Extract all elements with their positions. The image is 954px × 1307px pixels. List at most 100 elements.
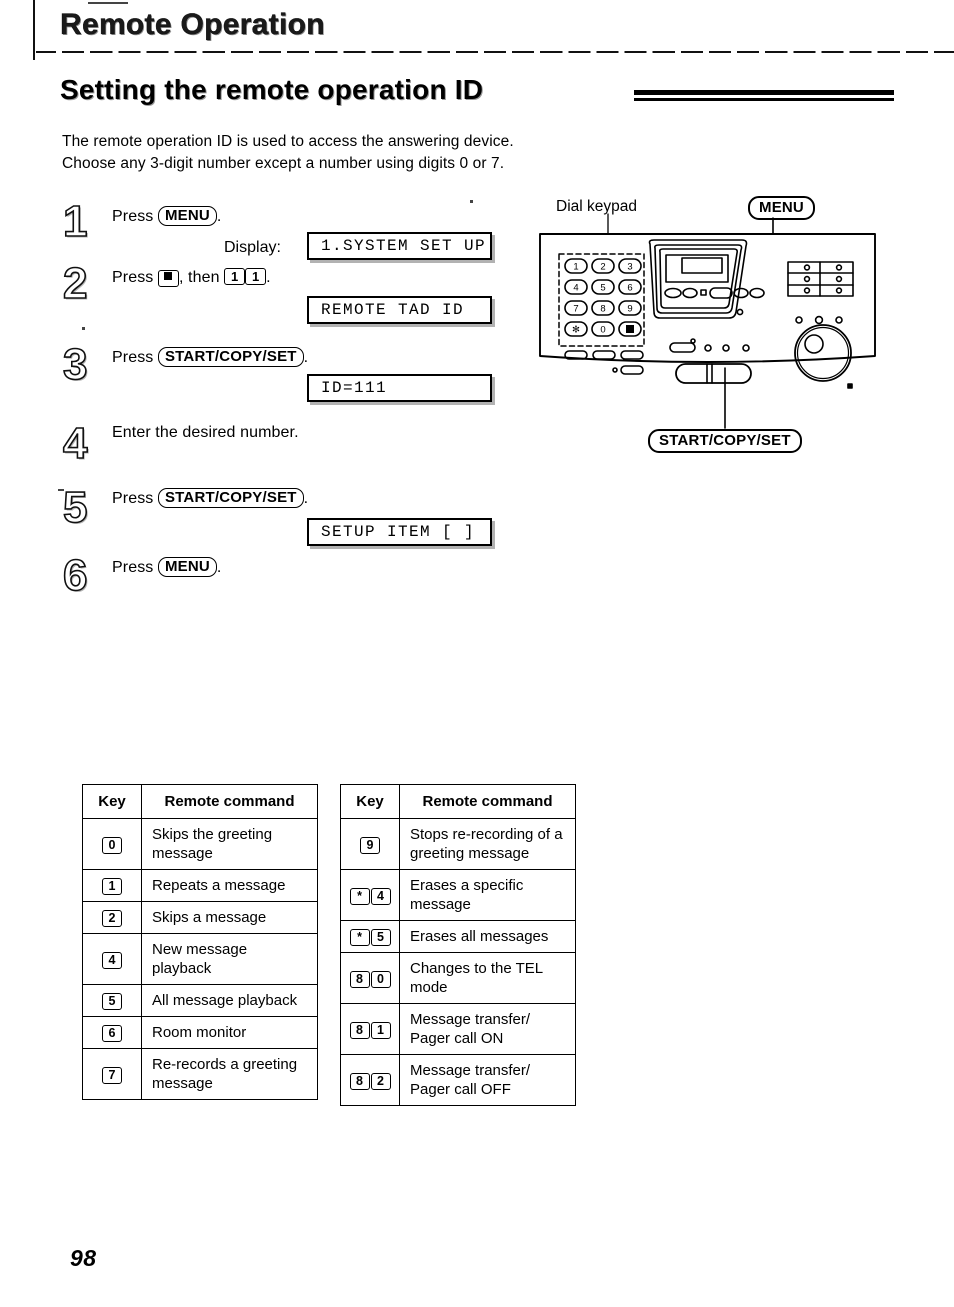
- key-glyph: 1: [102, 878, 122, 895]
- svg-text:5: 5: [600, 283, 605, 294]
- key-cell: 81: [340, 1003, 400, 1055]
- step-number-1: 1: [62, 197, 88, 246]
- key-glyph: 8: [349, 1072, 370, 1090]
- menu-button-ref-2[interactable]: MENU: [157, 557, 217, 577]
- section-title-rule: [634, 90, 894, 103]
- key-glyph: 2: [370, 1072, 391, 1090]
- page-number: 98: [70, 1245, 97, 1271]
- svg-text:3: 3: [627, 262, 632, 273]
- table-row: 2 Skips a message: [82, 901, 318, 934]
- command-cell: Stops re-recording of a greeting message: [399, 818, 576, 870]
- lcd-display-1: 1.SYSTEM SET UP: [307, 232, 492, 260]
- command-cell: Message transfer/ Pager call OFF: [399, 1054, 576, 1106]
- step-6-suffix: .: [216, 559, 222, 576]
- step-number-6: 6: [62, 551, 88, 600]
- svg-text:1: 1: [573, 262, 578, 273]
- svg-text:4: 4: [573, 283, 578, 294]
- step-3-text: Press START/COPY/SET.: [112, 347, 308, 367]
- key-glyph: 1: [370, 1021, 391, 1039]
- svg-text:7: 7: [573, 304, 578, 315]
- scan-artifact-tick: [88, 2, 128, 4]
- key-cell: 7: [82, 1048, 142, 1100]
- lcd-display-2: REMOTE TAD ID: [307, 296, 492, 324]
- key-cell: 2: [82, 901, 142, 934]
- svg-text:9: 9: [627, 304, 632, 315]
- step-6-prefix: Press: [112, 559, 154, 576]
- header-divider: [36, 51, 954, 55]
- display-label: Display:: [224, 239, 281, 256]
- table-row: 81 Message transfer/ Pager call ON: [340, 1003, 576, 1055]
- fax-machine-illustration: 1 2 3 4 5 6 7 8 9 ✻ 0: [539, 213, 876, 429]
- lcd-display-4: SETUP ITEM [ ]: [307, 518, 492, 546]
- step-5-prefix: Press: [112, 490, 154, 507]
- table-row: 6 Room monitor: [82, 1016, 318, 1049]
- table-row: 4 New message playback: [82, 933, 318, 985]
- key-1-ref-b[interactable]: 1: [245, 268, 267, 285]
- command-cell: Room monitor: [141, 1016, 318, 1049]
- table-row: 80 Changes to the TEL mode: [340, 952, 576, 1004]
- command-cell: New message playback: [141, 933, 318, 985]
- key-cell: 82: [340, 1054, 400, 1106]
- chapter-title: Remote Operation: [60, 8, 325, 41]
- key-glyph: 6: [102, 1025, 122, 1042]
- table-header-row: Key Remote command: [82, 784, 318, 819]
- key-glyph: *: [349, 887, 370, 905]
- step-5-suffix: .: [303, 490, 309, 507]
- step-number-5: 5: [62, 483, 88, 532]
- intro-line-1: The remote operation ID is used to acces…: [62, 133, 514, 150]
- key-glyph: 9: [360, 836, 380, 854]
- key-cell: * 4: [340, 869, 400, 921]
- scan-artifact-edge: [33, 0, 35, 60]
- key-glyph: 7: [102, 1066, 122, 1084]
- command-cell: All message playback: [141, 984, 318, 1017]
- col-header-command: Remote command: [399, 784, 576, 819]
- svg-text:2: 2: [600, 262, 605, 273]
- col-header-key: Key: [340, 784, 400, 819]
- col-header-key: Key: [82, 784, 142, 819]
- scan-artifact-dot: [470, 200, 473, 203]
- key-cell: 6: [82, 1016, 142, 1049]
- key-cell: 80: [340, 952, 400, 1004]
- step-2-text: Press , then 11.: [112, 268, 271, 287]
- table-row: 82 Message transfer/ Pager call OFF: [340, 1054, 576, 1106]
- menu-button-ref[interactable]: MENU: [157, 206, 217, 226]
- table-row: 9 Stops re-recording of a greeting messa…: [340, 818, 576, 870]
- step-5-text: Press START/COPY/SET.: [112, 488, 308, 508]
- svg-text:✻: ✻: [572, 325, 580, 336]
- command-cell: Erases a specific message: [399, 869, 576, 921]
- key-glyph: 0: [102, 836, 122, 854]
- key-glyph: *: [349, 929, 370, 946]
- remote-command-table-left: Key Remote command 0 Skips the greeting …: [82, 784, 318, 1100]
- table-row: 7 Re-records a greeting message: [82, 1048, 318, 1100]
- step-1-suffix: .: [216, 208, 222, 225]
- hash-key-ref[interactable]: [157, 270, 179, 287]
- step-1-prefix: Press: [112, 208, 154, 225]
- key-glyph: 2: [102, 910, 122, 927]
- command-cell: Skips the greeting message: [141, 818, 318, 870]
- svg-text:0: 0: [600, 325, 605, 336]
- command-cell: Repeats a message: [141, 869, 318, 902]
- key-glyph: 8: [349, 1021, 370, 1039]
- command-cell: Changes to the TEL mode: [399, 952, 576, 1004]
- start-copy-set-button-ref-2[interactable]: START/COPY/SET: [157, 488, 304, 508]
- key-cell: 9: [340, 818, 400, 870]
- svg-text:8: 8: [600, 304, 605, 315]
- step-number-2: 2: [62, 259, 88, 308]
- table-row: * 5 Erases all messages: [340, 920, 576, 953]
- table-row: 0 Skips the greeting message: [82, 818, 318, 870]
- key-glyph: 8: [349, 970, 370, 988]
- document-page: Remote Operation Setting the remote oper…: [0, 0, 954, 1307]
- intro-paragraph: The remote operation ID is used to acces…: [62, 131, 682, 175]
- step-6-text: Press MENU.: [112, 557, 221, 577]
- key-cell: * 5: [340, 920, 400, 953]
- key-glyph: 4: [370, 887, 391, 905]
- key-1-ref-a[interactable]: 1: [224, 268, 246, 285]
- table-row: * 4 Erases a specific message: [340, 869, 576, 921]
- start-copy-set-button-ref-1[interactable]: START/COPY/SET: [157, 347, 304, 367]
- lcd-display-3: ID=111: [307, 374, 492, 402]
- step-3-suffix: .: [303, 349, 309, 366]
- section-title: Setting the remote operation ID: [60, 74, 484, 105]
- table-row: 1 Repeats a message: [82, 869, 318, 902]
- table-header-row: Key Remote command: [340, 784, 576, 819]
- command-cell: Message transfer/ Pager call ON: [399, 1003, 576, 1055]
